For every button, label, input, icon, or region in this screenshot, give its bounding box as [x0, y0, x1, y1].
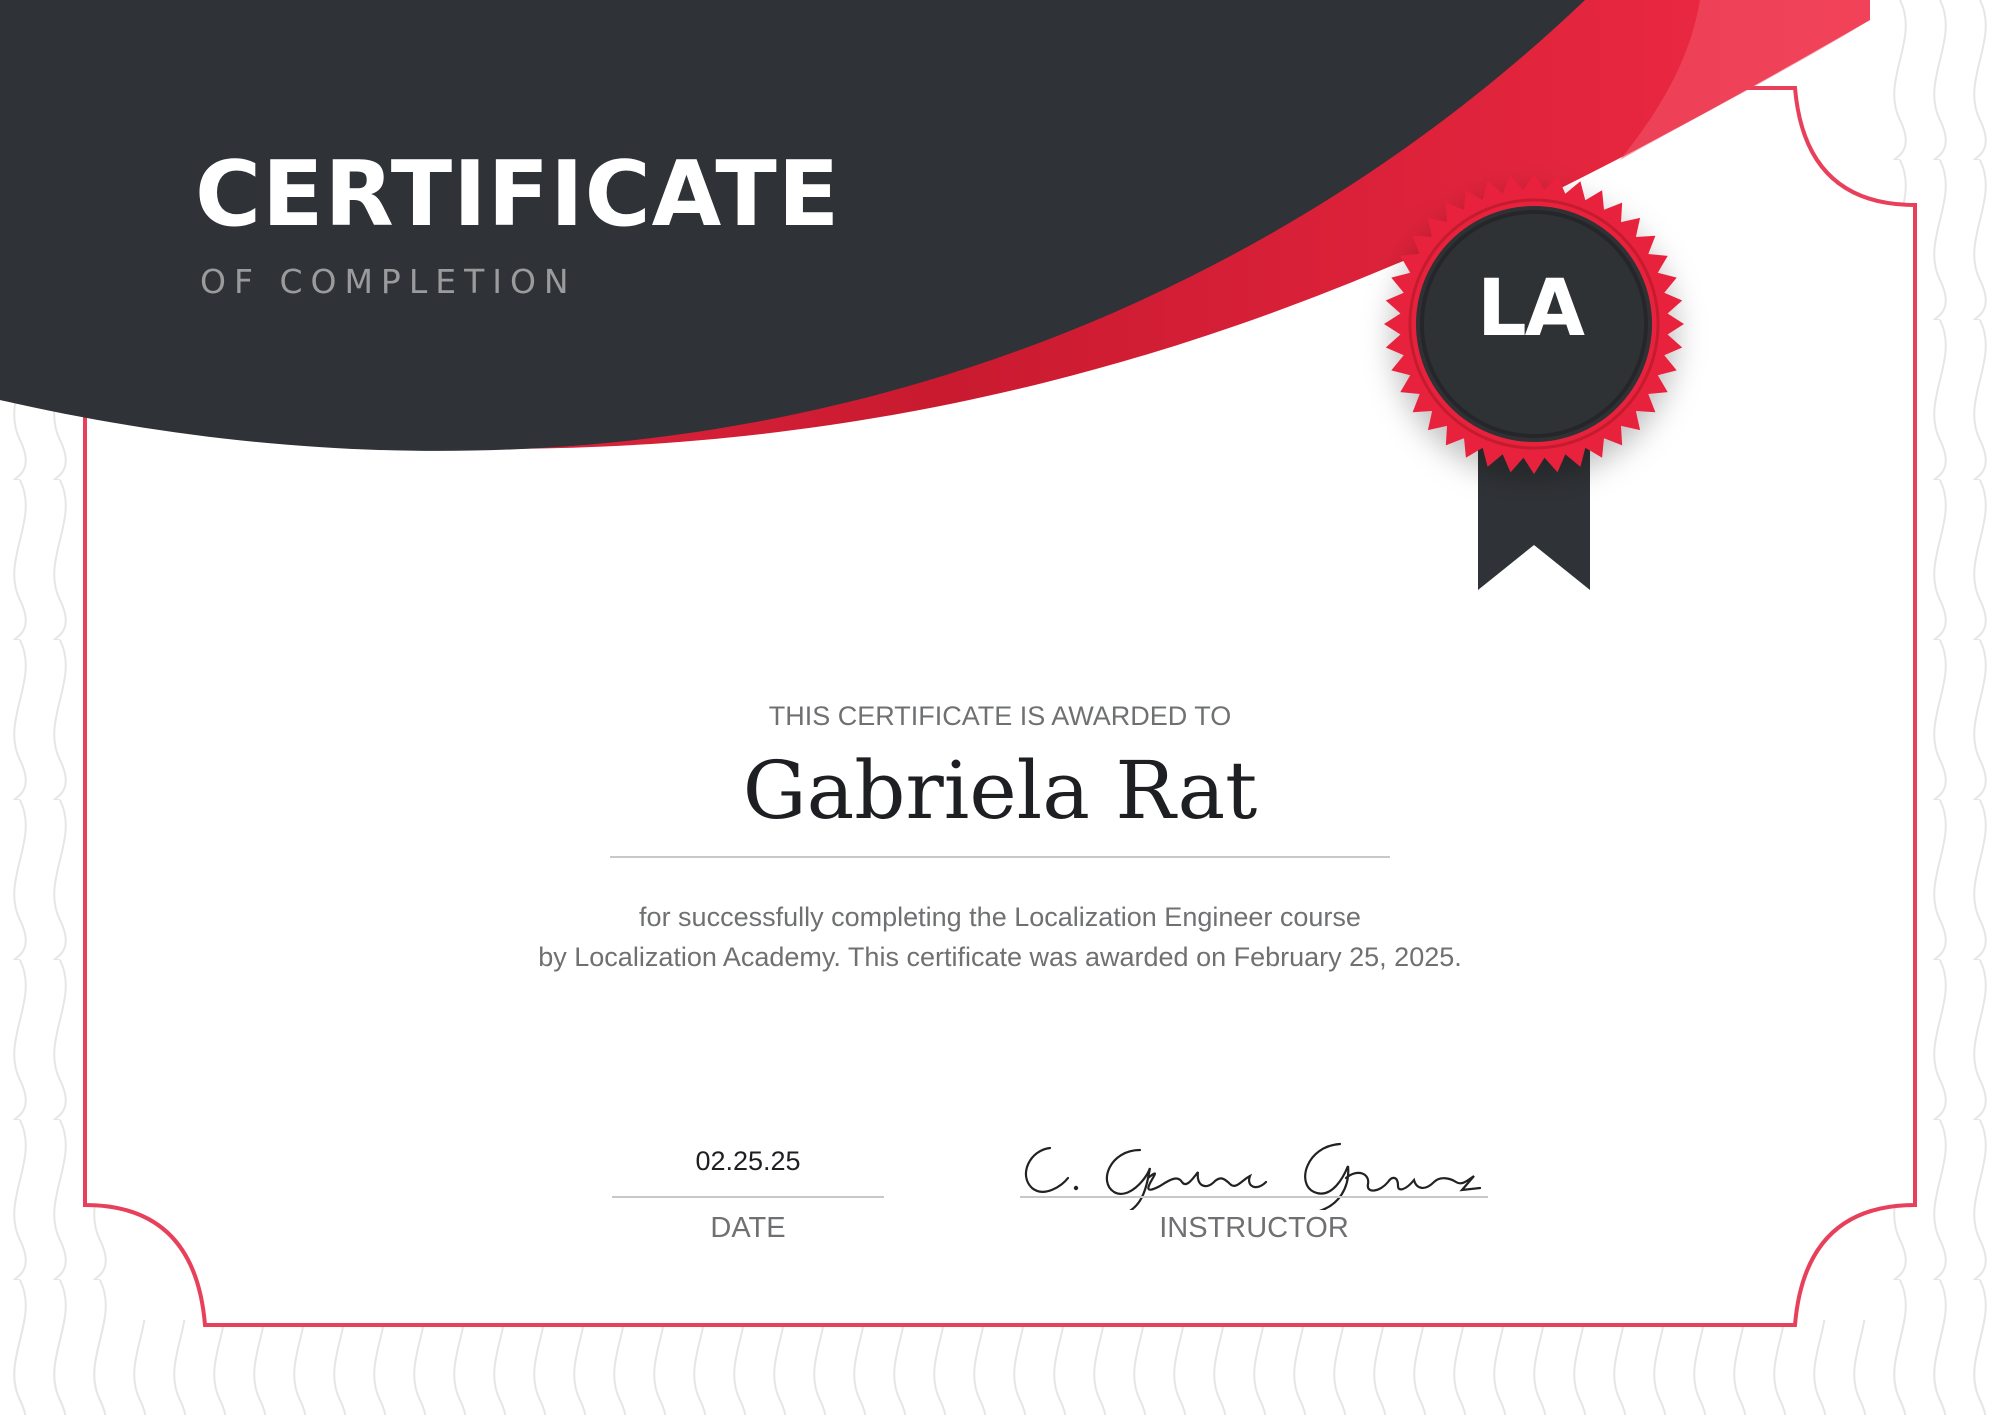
date-label: DATE — [710, 1212, 786, 1244]
date-underline — [612, 1196, 884, 1198]
certificate-page: LA CERTIFICATE OF COMPLETION THIS CERTIF… — [0, 0, 2000, 1415]
instructor-label: INSTRUCTOR — [1159, 1212, 1349, 1244]
description-line-2: by Localization Academy. This certificat… — [538, 942, 1462, 972]
recipient-underline — [610, 856, 1390, 858]
certificate-subtitle: OF COMPLETION — [200, 262, 577, 301]
certificate-title: CERTIFICATE — [195, 142, 841, 247]
wave-pattern-bottom — [0, 1320, 2000, 1415]
description: for successfully completing the Localiza… — [0, 897, 2000, 977]
awarded-to-label: THIS CERTIFICATE IS AWARDED TO — [768, 701, 1232, 731]
recipient-name: Gabriela Rat — [742, 744, 1258, 837]
description-line-1: for successfully completing the Localiza… — [639, 902, 1361, 932]
seal-logo-text: LA — [1476, 264, 1585, 354]
date-value: 02.25.25 — [695, 1146, 801, 1176]
instructor-underline — [1020, 1196, 1488, 1198]
